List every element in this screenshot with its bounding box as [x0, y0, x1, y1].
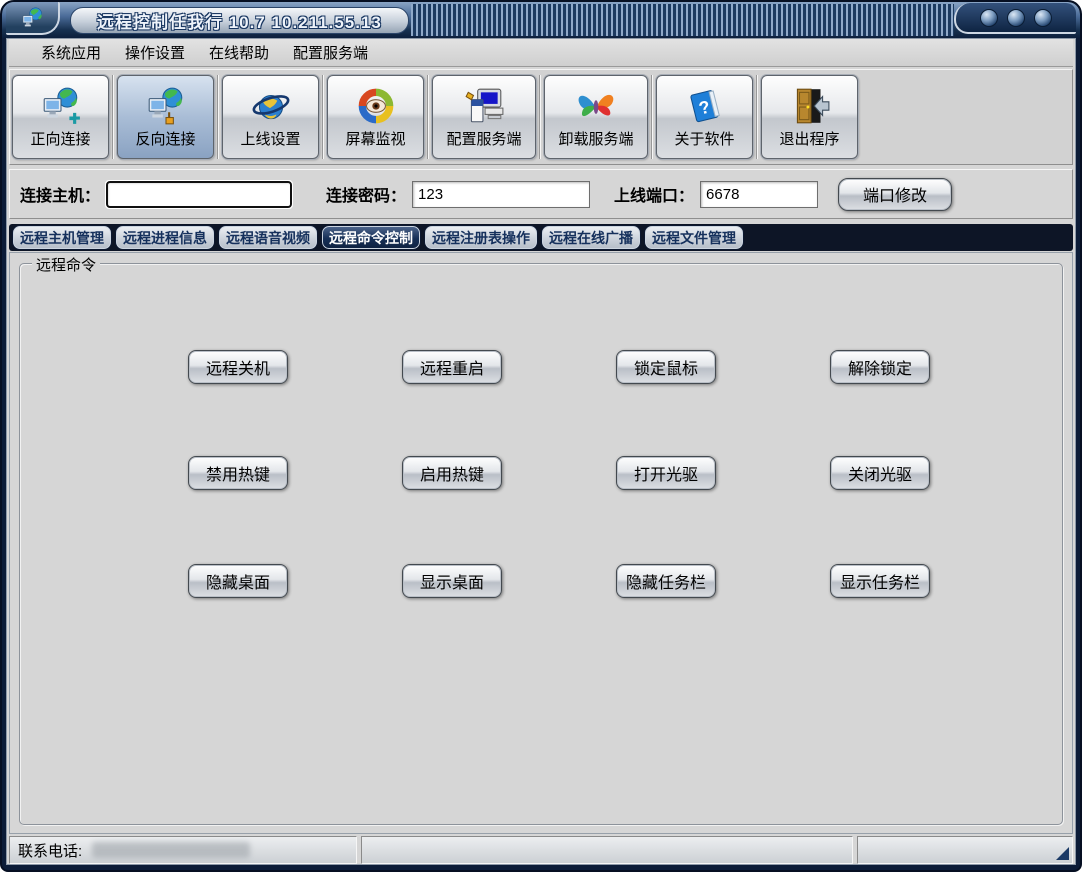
exit-program-icon — [796, 88, 829, 124]
online-settings-icon — [252, 94, 289, 120]
toolbar-button-exit-program[interactable]: 退出程序 — [761, 75, 858, 159]
toolbar-button-about-software[interactable]: ? 关于软件 — [656, 75, 753, 159]
toolbar: 正向连接 反向连接 上线设置 屏幕监视 配置服务端 卸载服务端 ? 关于软件 退… — [9, 69, 1073, 165]
window-controls — [954, 3, 1076, 34]
menu-item-configure-server[interactable]: 配置服务端 — [293, 42, 368, 63]
tab-remote-file-management[interactable]: 远程文件管理 — [644, 225, 744, 250]
tab-content-remote-commands: 远程命令 远程关机 远程重启 锁定鼠标 解除锁定 禁用热键 启用热键 打开光驱 … — [9, 252, 1073, 834]
toolbar-button-online-settings[interactable]: 上线设置 — [222, 75, 319, 159]
toolbar-separator — [756, 75, 758, 159]
cmd-hide-taskbar-button[interactable]: 隐藏任务栏 — [616, 564, 716, 598]
toolbar-button-label: 卸载服务端 — [558, 131, 634, 148]
screen-monitor-icon — [358, 88, 393, 124]
port-modify-button[interactable]: 端口修改 — [838, 177, 953, 211]
app-window: 远程控制任我行 10.7 10.211.55.13 系统应用 操作设置 在线帮助… — [0, 0, 1082, 872]
status-panel-contact: 联系电话: — [9, 836, 357, 864]
status-bar: 联系电话: — [9, 836, 1073, 864]
menu-item-online-help[interactable]: 在线帮助 — [209, 42, 269, 63]
password-input[interactable] — [412, 180, 591, 208]
title-bar[interactable]: 远程控制任我行 10.7 10.211.55.13 — [2, 2, 1080, 38]
toolbar-button-configure-server[interactable]: 配置服务端 — [432, 75, 536, 159]
contact-phone-label: 联系电话: — [18, 842, 83, 860]
toolbar-button-label: 配置服务端 — [446, 131, 522, 148]
cmd-lock-mouse-button[interactable]: 锁定鼠标 — [616, 350, 716, 384]
toolbar-button-screen-monitor[interactable]: 屏幕监视 — [327, 75, 424, 159]
command-row: 远程关机 远程重启 锁定鼠标 解除锁定 — [188, 350, 930, 384]
window-control-button-1[interactable] — [980, 8, 998, 27]
app-icon-pod — [6, 2, 60, 35]
resize-grip[interactable] — [1056, 847, 1069, 860]
menu-bar: 系统应用 操作设置 在线帮助 配置服务端 — [9, 39, 1073, 67]
cmd-remote-shutdown-button[interactable]: 远程关机 — [188, 350, 288, 384]
cmd-remote-restart-button[interactable]: 远程重启 — [402, 350, 502, 384]
groupbox-title: 远程命令 — [32, 254, 101, 275]
port-input[interactable] — [700, 180, 819, 208]
status-panel-right — [857, 836, 1073, 864]
toolbar-button-reverse-connect[interactable]: 反向连接 — [117, 75, 214, 159]
cmd-hide-desktop-button[interactable]: 隐藏桌面 — [188, 564, 288, 598]
remote-command-groupbox: 远程命令 远程关机 远程重启 锁定鼠标 解除锁定 禁用热键 启用热键 打开光驱 … — [19, 254, 1063, 825]
toolbar-button-label: 关于软件 — [674, 131, 735, 148]
toolbar-separator — [427, 75, 429, 159]
window-title: 远程控制任我行 10.7 10.211.55.13 — [70, 6, 409, 34]
uninstall-server-icon — [578, 94, 614, 117]
host-input[interactable] — [105, 179, 294, 209]
status-panel-middle — [361, 836, 853, 864]
toolbar-separator — [322, 75, 324, 159]
tab-remote-audio-video[interactable]: 远程语音视频 — [218, 225, 318, 250]
cmd-show-desktop-button[interactable]: 显示桌面 — [402, 564, 502, 598]
tab-remote-host-management[interactable]: 远程主机管理 — [12, 225, 112, 250]
toolbar-separator — [539, 75, 541, 159]
tab-remote-command-control[interactable]: 远程命令控制 — [321, 225, 421, 250]
port-label: 上线端口： — [614, 188, 695, 205]
title-bar-stripes — [410, 4, 954, 36]
toolbar-separator — [651, 75, 653, 159]
remote-app-icon — [22, 7, 42, 26]
toolbar-button-uninstall-server[interactable]: 卸载服务端 — [544, 75, 648, 159]
command-row: 隐藏桌面 显示桌面 隐藏任务栏 显示任务栏 — [188, 564, 930, 598]
forward-connect-icon — [43, 87, 80, 124]
toolbar-separator — [217, 75, 219, 159]
window-control-button-2[interactable] — [1007, 8, 1025, 27]
reverse-connect-icon — [148, 87, 182, 125]
cmd-enable-hotkeys-button[interactable]: 启用热键 — [402, 456, 502, 490]
menu-item-operation-settings[interactable]: 操作设置 — [125, 42, 185, 63]
toolbar-separator — [112, 75, 114, 159]
window-control-button-3[interactable] — [1034, 8, 1052, 27]
cmd-open-cdrom-button[interactable]: 打开光驱 — [616, 456, 716, 490]
toolbar-button-label: 屏幕监视 — [345, 131, 406, 148]
toolbar-button-label: 上线设置 — [240, 131, 301, 148]
redacted-phone-number — [92, 842, 251, 858]
cmd-close-cdrom-button[interactable]: 关闭光驱 — [830, 456, 930, 490]
menu-item-system-app[interactable]: 系统应用 — [41, 42, 101, 63]
toolbar-button-label: 正向连接 — [30, 131, 91, 148]
tab-remote-process-info[interactable]: 远程进程信息 — [115, 225, 215, 250]
command-row: 禁用热键 启用热键 打开光驱 关闭光驱 — [188, 456, 930, 490]
toolbar-button-label: 反向连接 — [135, 131, 196, 148]
toolbar-button-label: 退出程序 — [779, 131, 840, 148]
client-area: 系统应用 操作设置 在线帮助 配置服务端 正向连接 反向连接 上线设置 屏幕监视… — [6, 38, 1076, 865]
tab-remote-online-broadcast[interactable]: 远程在线广播 — [541, 225, 641, 250]
cmd-disable-hotkeys-button[interactable]: 禁用热键 — [188, 456, 288, 490]
host-label: 连接主机： — [20, 188, 101, 205]
password-label: 连接密码： — [326, 188, 407, 205]
toolbar-button-forward-connect[interactable]: 正向连接 — [12, 75, 109, 159]
configure-server-icon — [465, 88, 504, 123]
cmd-unlock-button[interactable]: 解除锁定 — [830, 350, 930, 384]
tab-strip: 远程主机管理 远程进程信息 远程语音视频 远程命令控制 远程注册表操作 远程在线… — [9, 224, 1073, 251]
tab-remote-registry-ops[interactable]: 远程注册表操作 — [424, 225, 538, 250]
connection-panel: 连接主机： 连接密码： 上线端口： 端口修改 — [9, 169, 1073, 219]
about-software-icon: ? — [689, 90, 720, 123]
cmd-show-taskbar-button[interactable]: 显示任务栏 — [830, 564, 930, 598]
